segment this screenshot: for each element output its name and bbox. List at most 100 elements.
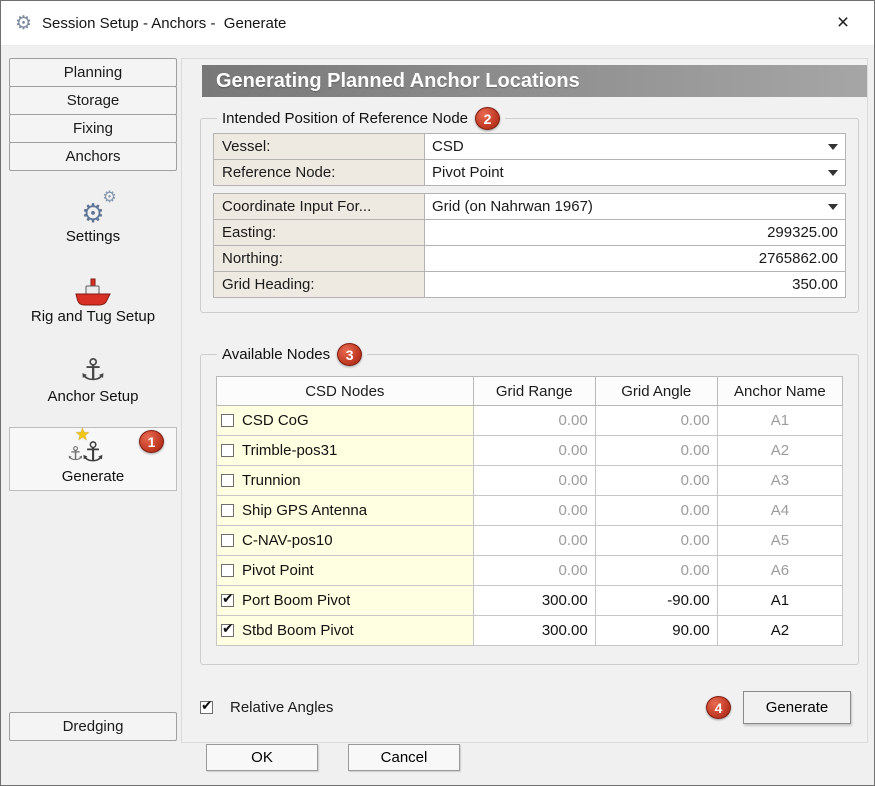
reference-node-group-title: Intended Position of Reference Node 2 <box>217 107 505 130</box>
sidebar-item-generate[interactable]: ⚓ ⚓ ★ Generate 1 <box>9 427 177 491</box>
field-row-reference-node: Reference Node: Pivot Point <box>213 159 846 186</box>
field-row-coordinate-format: Coordinate Input For... Grid (on Nahrwan… <box>213 193 846 220</box>
node-checkbox[interactable] <box>221 444 234 457</box>
available-nodes-group-title: Available Nodes 3 <box>217 343 367 366</box>
sidebar-tab-dredging[interactable]: Dredging <box>9 712 177 741</box>
sidebar-item-label: Settings <box>66 228 120 245</box>
sidebar-item-label: Rig and Tug Setup <box>31 308 155 325</box>
gears-icon: ⚙ ⚙ <box>81 192 104 226</box>
relative-angles-control: Relative Angles <box>200 699 333 716</box>
title-bar: ⚙ Session Setup - Anchors - Generate × <box>1 1 874 46</box>
sidebar-item-label: Generate <box>62 468 125 485</box>
sidebar-item-settings[interactable]: ⚙ ⚙ Settings <box>9 187 177 251</box>
grid-range-cell: 0.00 <box>473 496 595 526</box>
grid-range-cell: 0.00 <box>473 526 595 556</box>
table-header-row: CSD Nodes Grid Range Grid Angle Anchor N… <box>217 377 843 406</box>
ok-button[interactable]: OK <box>206 744 318 771</box>
northing-field[interactable]: 2765862.00 <box>425 245 846 272</box>
relative-angles-checkbox[interactable] <box>200 701 213 714</box>
node-name-cell: Port Boom Pivot <box>217 586 474 616</box>
node-checkbox[interactable] <box>221 594 234 607</box>
anchor-name-cell: A4 <box>717 496 842 526</box>
node-name-cell: Ship GPS Antenna <box>217 496 474 526</box>
anchor-name-cell: A2 <box>717 436 842 466</box>
app-gear-icon: ⚙ <box>15 14 32 33</box>
node-name-cell: Stbd Boom Pivot <box>217 616 474 646</box>
table-row[interactable]: Trimble-pos31 0.00 0.00 A2 <box>217 436 843 466</box>
grid-angle-cell: 0.00 <box>595 496 717 526</box>
table-row[interactable]: Trunnion 0.00 0.00 A3 <box>217 466 843 496</box>
main-panel: Generating Planned Anchor Locations Inte… <box>181 58 868 743</box>
table-row[interactable]: C-NAV-pos10 0.00 0.00 A5 <box>217 526 843 556</box>
cancel-button[interactable]: Cancel <box>348 744 460 771</box>
grid-angle-cell: -90.00 <box>595 586 717 616</box>
chevron-down-icon[interactable] <box>828 170 838 176</box>
grid-range-cell: 0.00 <box>473 436 595 466</box>
available-nodes-group: Available Nodes 3 CSD Nodes Grid Range G… <box>200 343 859 665</box>
relative-angles-label: Relative Angles <box>230 699 333 716</box>
node-name: Trunnion <box>242 472 301 489</box>
column-header-anchor-name: Anchor Name <box>717 377 842 406</box>
node-name: Pivot Point <box>242 562 314 579</box>
easting-field[interactable]: 299325.00 <box>425 219 846 246</box>
sidebar-tab-anchors[interactable]: Anchors <box>9 142 177 171</box>
field-row-northing: Northing: 2765862.00 <box>213 245 846 272</box>
field-row-easting: Easting: 299325.00 <box>213 219 846 246</box>
sidebar-spacer <box>9 491 177 713</box>
table-row[interactable]: Pivot Point 0.00 0.00 A6 <box>217 556 843 586</box>
column-header-csd-nodes: CSD Nodes <box>217 377 474 406</box>
footer: OK Cancel <box>206 744 460 771</box>
grid-angle-cell: 90.00 <box>595 616 717 646</box>
anchor-name-cell: A3 <box>717 466 842 496</box>
sidebar-item-anchor-setup[interactable]: ⚓ Anchor Setup <box>9 347 177 411</box>
grid-angle-cell: 0.00 <box>595 406 717 436</box>
node-name: C-NAV-pos10 <box>242 532 333 549</box>
node-checkbox[interactable] <box>221 624 234 637</box>
coordinate-format-label: Coordinate Input For... <box>213 193 425 220</box>
grid-angle-cell: 0.00 <box>595 526 717 556</box>
node-name-cell: C-NAV-pos10 <box>217 526 474 556</box>
table-row[interactable]: CSD CoG 0.00 0.00 A1 <box>217 406 843 436</box>
reference-node-fields: Vessel: CSD Reference Node: Pivot Point … <box>213 133 846 298</box>
generate-button[interactable]: Generate <box>743 691 851 724</box>
node-checkbox[interactable] <box>221 564 234 577</box>
node-checkbox[interactable] <box>221 474 234 487</box>
table-row[interactable]: Port Boom Pivot 300.00 -90.00 A1 <box>217 586 843 616</box>
node-name-cell: Trimble-pos31 <box>217 436 474 466</box>
grid-heading-field[interactable]: 350.00 <box>425 271 846 298</box>
close-icon[interactable]: × <box>828 9 858 37</box>
column-header-grid-angle: Grid Angle <box>595 377 717 406</box>
table-row[interactable]: Stbd Boom Pivot 300.00 90.00 A2 <box>217 616 843 646</box>
session-setup-dialog: ⚙ Session Setup - Anchors - Generate × P… <box>0 0 875 786</box>
node-checkbox[interactable] <box>221 504 234 517</box>
northing-label: Northing: <box>213 245 425 272</box>
step-badge-4: 4 <box>706 696 731 719</box>
generate-anchors-icon: ⚓ ⚓ ★ <box>81 432 105 466</box>
easting-label: Easting: <box>213 219 425 246</box>
star-icon: ★ <box>75 426 90 443</box>
node-name: Port Boom Pivot <box>242 592 350 609</box>
node-checkbox[interactable] <box>221 414 234 427</box>
sidebar-tab-planning[interactable]: Planning <box>9 58 177 87</box>
step-badge-3: 3 <box>337 343 362 366</box>
vessel-dropdown[interactable]: CSD <box>425 133 846 160</box>
tug-boat-icon <box>74 272 112 306</box>
grid-range-cell: 300.00 <box>473 616 595 646</box>
node-checkbox[interactable] <box>221 534 234 547</box>
reference-node-dropdown[interactable]: Pivot Point <box>425 159 846 186</box>
anchor-name-cell: A5 <box>717 526 842 556</box>
anchor-name-cell: A2 <box>717 616 842 646</box>
grid-range-cell: 0.00 <box>473 556 595 586</box>
nodes-table: CSD Nodes Grid Range Grid Angle Anchor N… <box>216 376 843 646</box>
sidebar-tab-storage[interactable]: Storage <box>9 86 177 115</box>
coordinate-format-dropdown[interactable]: Grid (on Nahrwan 1967) <box>425 193 846 220</box>
table-row[interactable]: Ship GPS Antenna 0.00 0.00 A4 <box>217 496 843 526</box>
chevron-down-icon[interactable] <box>828 144 838 150</box>
sidebar-item-rig-and-tug-setup[interactable]: Rig and Tug Setup <box>9 267 177 331</box>
grid-angle-cell: 0.00 <box>595 556 717 586</box>
node-name-cell: Trunnion <box>217 466 474 496</box>
chevron-down-icon[interactable] <box>828 204 838 210</box>
sidebar: Planning Storage Fixing Anchors ⚙ ⚙ Sett… <box>9 58 177 741</box>
sidebar-tab-fixing[interactable]: Fixing <box>9 114 177 143</box>
column-header-grid-range: Grid Range <box>473 377 595 406</box>
